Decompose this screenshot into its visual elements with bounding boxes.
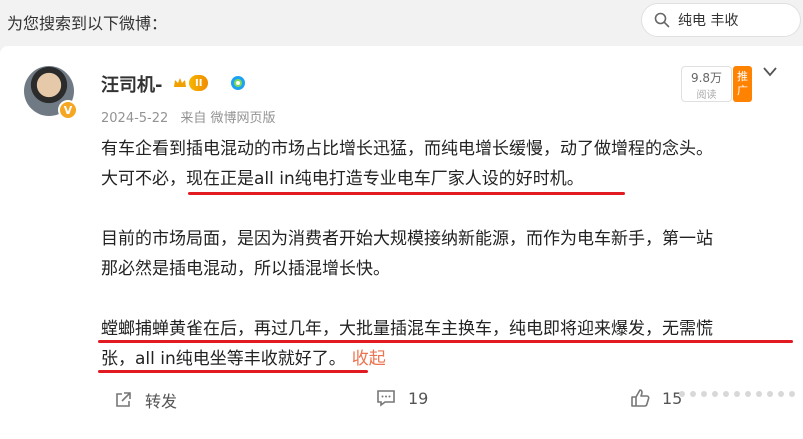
search-query: 纯电 丰收 (678, 13, 739, 29)
weibo-post-card: V 汪司机- II 2024-5-22 来自 微博网页版 9.8万 阅读 推 广… (0, 46, 803, 439)
verified-v-badge: V (58, 100, 78, 120)
post-line: 目前的市场局面，是因为消费者开始大规模接纳新能源，而作为电车新手，第一站 (101, 229, 713, 249)
username-link[interactable]: 汪司机- (101, 71, 162, 97)
search-input[interactable]: 纯电 丰收 (641, 3, 801, 37)
read-count-box: 9.8万 阅读 (681, 66, 732, 102)
post-date[interactable]: 2024-5-22 (101, 111, 168, 126)
search-icon (654, 12, 670, 28)
post-text: 有车企看到插电混动的市场占比增长迅猛，而纯电增长缓慢，动了做增程的念头。 大可不… (101, 134, 791, 374)
verified-icon[interactable] (230, 75, 246, 91)
repost-label: 转发 (145, 392, 178, 411)
action-bar: 转发 19 15 (0, 385, 803, 415)
comment-count: 19 (408, 388, 429, 408)
watermark-dots (679, 391, 795, 397)
repost-button[interactable]: 转发 (113, 388, 177, 412)
avatar[interactable]: V (24, 66, 78, 120)
comment-button[interactable]: 19 (376, 388, 428, 408)
highlight-underline (188, 192, 625, 195)
like-icon (631, 389, 650, 407)
collapse-link[interactable]: 收起 (352, 349, 386, 369)
promote-char-1: 推 (737, 70, 748, 83)
post-line: 张，all in纯电坐等丰收就好了。 (101, 349, 346, 369)
read-count: 9.8万 (690, 71, 723, 85)
chevron-down-icon[interactable] (762, 66, 778, 78)
member-level-badge[interactable]: II (173, 74, 219, 92)
top-bar: 为您搜索到以下微博： 纯电 丰收 (0, 0, 803, 46)
highlight-underline (98, 340, 793, 343)
promote-char-2: 广 (737, 84, 748, 97)
search-result-hint: 为您搜索到以下微博： (7, 14, 168, 33)
share-icon (116, 392, 131, 407)
comment-icon (377, 390, 395, 407)
highlight-underline (98, 370, 368, 373)
promote-button[interactable]: 推 广 (733, 66, 752, 102)
post-line: 那必然是插电混动，所以插混增长快。 (101, 259, 390, 279)
like-button[interactable]: 15 (630, 388, 682, 408)
post-source: 来自 微博网页版 (180, 111, 276, 126)
level-label: II (189, 75, 209, 91)
post-meta: 2024-5-22 来自 微博网页版 (101, 107, 276, 126)
post-line: 有车企看到插电混动的市场占比增长迅猛，而纯电增长缓慢，动了做增程的念头。 (101, 139, 713, 159)
crown-icon (174, 78, 186, 87)
read-label: 阅读 (696, 90, 717, 101)
post-line: 大可不必，现在正是all in纯电打造专业电车厂家人设的好时机。 (101, 169, 584, 189)
